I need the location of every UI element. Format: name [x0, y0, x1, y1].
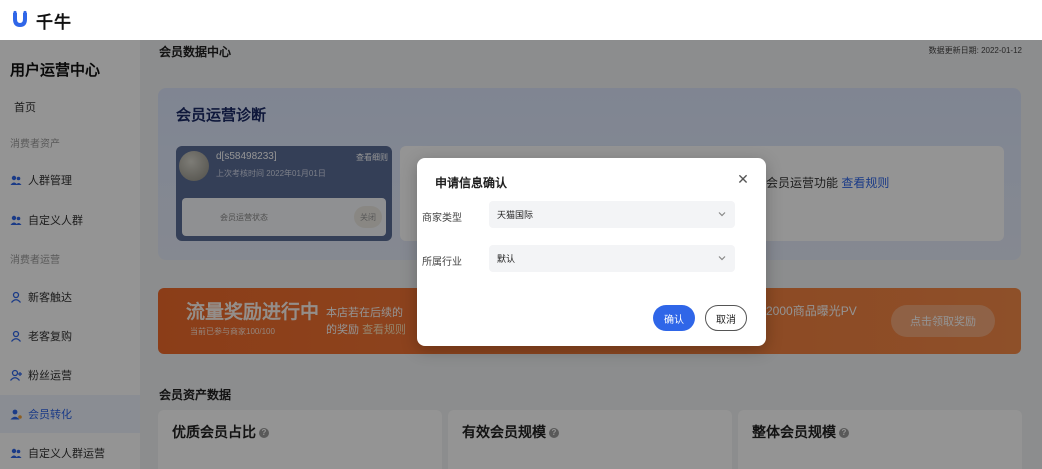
merchant-type-select[interactable]: 天猫国际: [489, 201, 735, 228]
dialog-title: 申请信息确认: [435, 176, 508, 190]
close-icon[interactable]: ✕: [736, 172, 750, 186]
chevron-down-icon: [718, 212, 726, 217]
app-name: 千牛: [36, 12, 72, 32]
confirm-button[interactable]: 确认: [653, 305, 695, 331]
chevron-down-icon: [718, 256, 726, 261]
confirm-info-dialog: 申请信息确认 ✕ 商家类型 天猫国际 所属行业 默认 确认 取消: [417, 158, 766, 346]
industry-select[interactable]: 默认: [489, 245, 735, 272]
qianniu-logo-icon: [13, 10, 27, 27]
industry-label: 所属行业: [422, 257, 462, 268]
merchant-type-value: 天猫国际: [497, 210, 534, 220]
cancel-button[interactable]: 取消: [705, 305, 747, 331]
industry-value: 默认: [497, 254, 516, 264]
merchant-type-label: 商家类型: [422, 213, 462, 224]
app-header: 千牛: [0, 0, 1042, 40]
